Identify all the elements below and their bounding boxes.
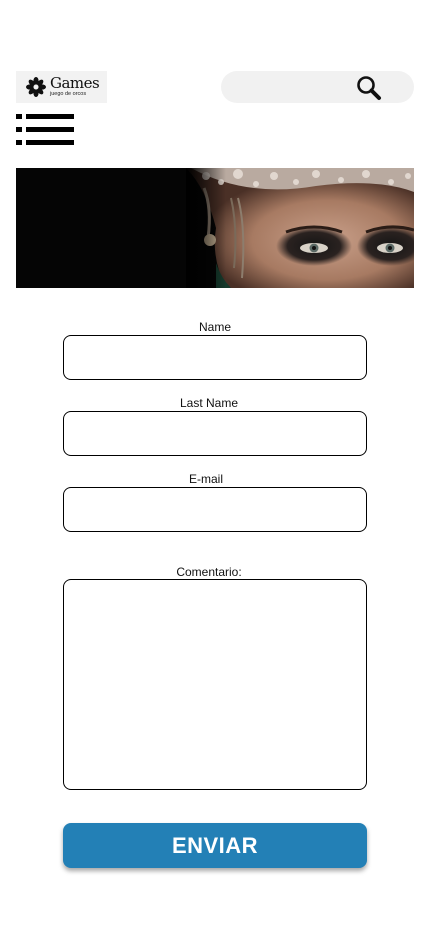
- email-label: E-mail: [188, 472, 223, 486]
- logo-subtitle: juego de orcos: [50, 91, 87, 98]
- comment-textarea[interactable]: [63, 579, 367, 790]
- hero-banner-image: [16, 168, 414, 288]
- name-input[interactable]: [63, 335, 367, 380]
- search-icon[interactable]: [355, 74, 383, 102]
- email-input[interactable]: [63, 487, 367, 532]
- logo-title: Games: [50, 74, 100, 93]
- last-name-input[interactable]: [63, 411, 367, 456]
- search-bar[interactable]: [221, 71, 414, 105]
- hero-illustration: [16, 168, 414, 288]
- name-label: Name: [198, 320, 231, 334]
- hamburger-menu-icon[interactable]: [16, 114, 74, 146]
- search-input[interactable]: [235, 71, 359, 105]
- last-name-label: Last Name: [179, 396, 239, 410]
- logo[interactable]: Games juego de orcos: [16, 71, 107, 103]
- logo-text: Games juego de orcos: [50, 74, 100, 98]
- submit-button[interactable]: ENVIAR: [63, 823, 367, 868]
- flower-icon: [26, 77, 46, 97]
- comment-label: Comentario:: [176, 565, 242, 579]
